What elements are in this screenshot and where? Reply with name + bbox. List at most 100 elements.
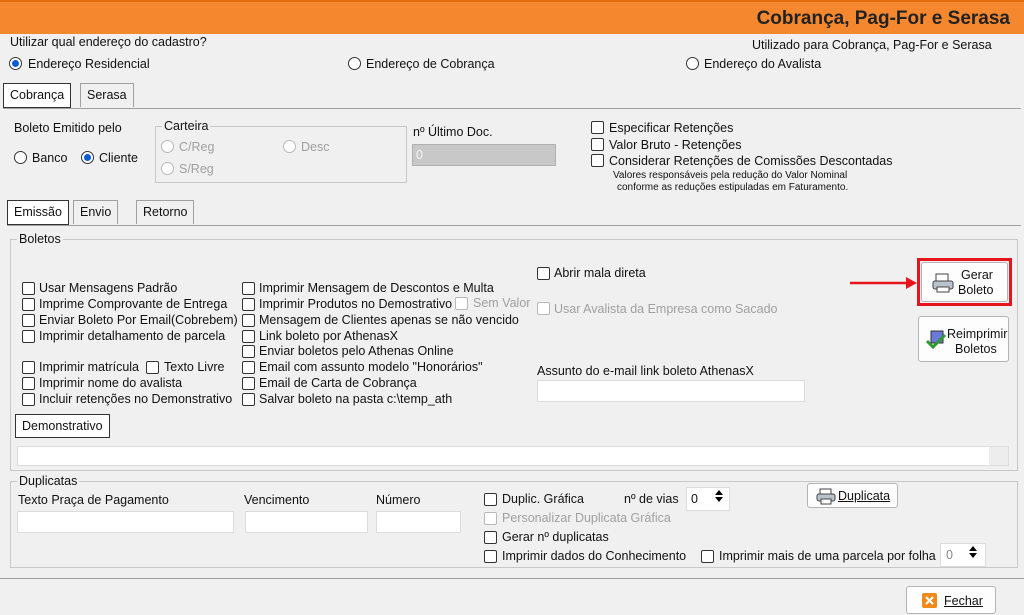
n-vias-value: 0 <box>691 492 698 506</box>
tab-serasa[interactable]: Serasa <box>80 83 134 107</box>
radio-banco[interactable] <box>14 151 27 164</box>
chk-gerar-n-duplicatas[interactable] <box>484 531 497 544</box>
reimprimir-boletos-button[interactable]: Reimprimir Boletos <box>918 316 1009 362</box>
chk-label: Email com assunto modelo "Honorários" <box>259 360 483 374</box>
radio-label: Endereço Residencial <box>28 57 150 71</box>
tab-envio[interactable]: Envio <box>73 200 119 224</box>
tab-divider <box>3 108 1021 109</box>
chk-imprimir-mais-parcela[interactable] <box>701 550 714 563</box>
chk-usar-mensagens[interactable] <box>22 282 35 295</box>
texto-praca-input[interactable] <box>17 511 234 533</box>
fechar-button[interactable]: Fechar <box>906 586 996 614</box>
chk-usar-avalista[interactable] <box>537 302 550 315</box>
chk-retencoes-demonstrativo[interactable] <box>22 393 35 406</box>
radio-label: Cliente <box>99 151 138 165</box>
chk-label: Salvar boleto na pasta c:\temp_ath <box>259 392 453 406</box>
chk-label: Email de Carta de Cobrança <box>259 376 417 390</box>
subtab-divider <box>7 225 1021 226</box>
chk-comprovante[interactable] <box>22 298 35 311</box>
duplicatas-label: Duplicatas <box>17 474 80 488</box>
assunto-label: Assunto do e-mail link boleto AthenasX <box>537 364 754 378</box>
chk-label: Imprimir Produtos no Demostrativo <box>259 297 453 311</box>
chk-considerar-retencoes[interactable] <box>591 154 604 167</box>
radio-cliente[interactable] <box>81 151 94 164</box>
retencoes-note: Valores responsáveis pela redução do Val… <box>613 170 848 181</box>
tab-retorno[interactable]: Retorno <box>136 200 195 224</box>
radio-desc[interactable] <box>283 140 296 153</box>
chk-label: Especificar Retenções <box>609 121 734 135</box>
chk-label: Imprimir matrícula <box>39 360 140 374</box>
chk-mensagem-descontos[interactable] <box>242 282 255 295</box>
chk-sem-valor[interactable] <box>455 297 468 310</box>
numero-label: Número <box>376 493 421 507</box>
printer-icon <box>816 488 836 505</box>
radio-endereco-cobranca[interactable] <box>348 57 361 70</box>
chk-texto-livre[interactable] <box>146 361 159 374</box>
radio-endereco-avalista[interactable] <box>686 57 699 70</box>
chk-label: Texto Livre <box>164 360 225 374</box>
radio-label: Endereço do Avalista <box>704 57 822 71</box>
chk-valor-bruto[interactable] <box>591 138 604 151</box>
radio-endereco-residencial[interactable] <box>9 57 22 70</box>
radio-label: Banco <box>32 151 68 165</box>
close-icon <box>922 593 937 608</box>
chk-label: Imprimir nome do avalista <box>39 376 183 390</box>
chk-personalizar-duplicata[interactable] <box>484 512 497 525</box>
scrollbar[interactable] <box>989 447 1008 465</box>
gerar-boleto-button[interactable]: Gerar Boleto <box>921 262 1008 302</box>
chk-abrir-mala-direta[interactable] <box>537 267 550 280</box>
chk-enviar-email[interactable] <box>22 314 35 327</box>
chk-link-athenasx[interactable] <box>242 330 255 343</box>
tab-cobranca[interactable]: Cobrança <box>3 83 72 108</box>
texto-praca-label: Texto Praça de Pagamento <box>18 493 169 507</box>
tab-emissao[interactable]: Emissão <box>7 200 69 225</box>
chk-matricula[interactable] <box>22 361 35 374</box>
assunto-input[interactable] <box>537 380 805 402</box>
boletos-label: Boletos <box>955 342 997 356</box>
tab-label: Emissão <box>14 205 62 219</box>
chk-label: Enviar boletos pelo Athenas Online <box>259 344 454 358</box>
chk-imprimir-conhecimento[interactable] <box>484 550 497 563</box>
chk-duplic-grafica[interactable] <box>484 493 497 506</box>
tab-label: Retorno <box>143 205 188 219</box>
reimprimir-label: Reimprimir <box>947 327 1008 341</box>
vencimento-input[interactable] <box>245 511 368 533</box>
radio-s-reg[interactable] <box>161 162 174 175</box>
tab-label: Cobrança <box>10 88 65 102</box>
retencoes-note: conforme as reduções estipuladas em Fatu… <box>617 182 849 193</box>
chk-label: Abrir mala direta <box>554 266 646 280</box>
chk-label: Valor Bruto - Retenções <box>609 138 742 152</box>
boleto-emitido-label: Boleto Emitido pelo <box>14 121 122 135</box>
chk-produtos-demostrativo[interactable] <box>242 298 255 311</box>
numero-input[interactable] <box>376 511 461 533</box>
tab-label: Serasa <box>87 88 127 102</box>
chk-carta-cobranca[interactable] <box>242 377 255 390</box>
chk-nome-avalista[interactable] <box>22 377 35 390</box>
tab-label: Envio <box>80 205 112 219</box>
arrow-annotation-icon <box>850 277 917 289</box>
duplicata-button[interactable]: Duplicata <box>807 483 898 508</box>
tab-demonstrativo[interactable]: Demonstrativo <box>15 414 110 438</box>
chk-label: Incluir retenções no Demonstrativo <box>39 392 233 406</box>
chk-especificar-retencoes[interactable] <box>591 121 604 134</box>
chk-label: Duplic. Gráfica <box>502 492 584 506</box>
mais-parcela-spinner[interactable] <box>966 546 980 558</box>
demonstrativo-field[interactable] <box>17 446 1009 466</box>
chk-label: Link boleto por AthenasX <box>259 329 398 343</box>
ultimo-doc-field[interactable]: 0 <box>412 144 556 166</box>
chk-label: Imprime Comprovante de Entrega <box>39 297 228 311</box>
radio-label: C/Reg <box>179 140 215 154</box>
radio-label: Endereço de Cobrança <box>366 57 495 71</box>
radio-label: Desc <box>301 140 330 154</box>
chk-label: Usar Avalista da Empresa como Sacado <box>554 302 778 316</box>
vencimento-label: Vencimento <box>244 493 310 507</box>
chk-detalhamento[interactable] <box>22 330 35 343</box>
fechar-label: Fechar <box>944 594 983 608</box>
chk-email-honorarios[interactable] <box>242 361 255 374</box>
n-vias-spinner[interactable] <box>712 490 726 502</box>
chk-athenas-online[interactable] <box>242 345 255 358</box>
chk-mensagem-clientes[interactable] <box>242 314 255 327</box>
radio-c-reg[interactable] <box>161 140 174 153</box>
chk-label: Imprimir mais de uma parcela por folha <box>719 549 936 563</box>
chk-salvar-boleto[interactable] <box>242 393 255 406</box>
